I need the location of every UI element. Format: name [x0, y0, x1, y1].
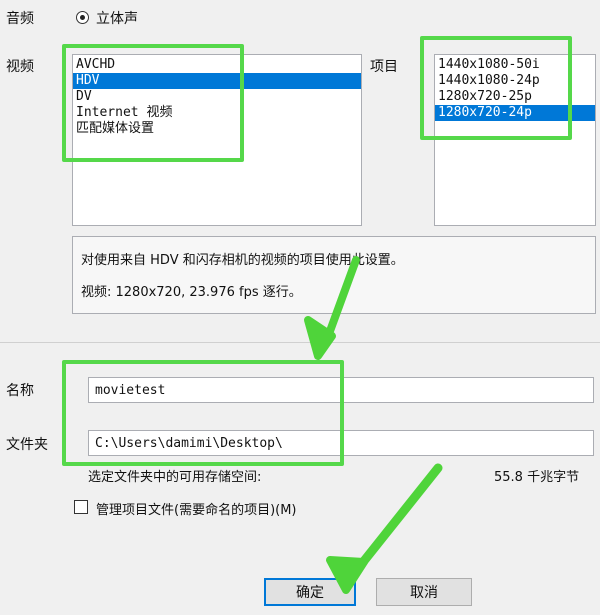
arrow-down-icon	[304, 256, 360, 360]
arrow-ok-icon	[326, 463, 443, 594]
annotation-arrows	[304, 256, 443, 594]
